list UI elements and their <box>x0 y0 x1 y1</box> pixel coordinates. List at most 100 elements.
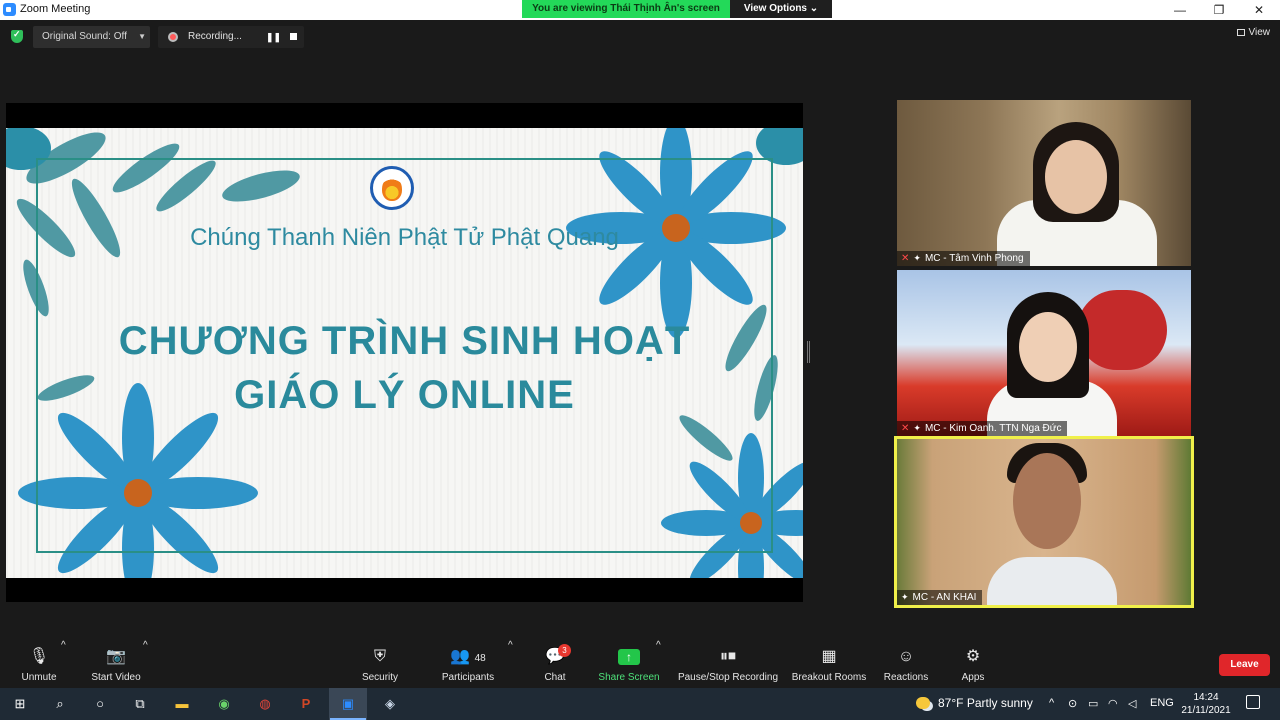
tray-app-icon[interactable]: ⊙ <box>1068 697 1077 710</box>
video-options-chevron-icon[interactable]: ^ <box>143 640 148 688</box>
zoom-taskbar-icon[interactable]: ▣ <box>330 694 366 720</box>
participant-name: MC - Kim Oanh. TTN Nga Đức <box>924 423 1062 434</box>
presentation-slide: Chúng Thanh Niên Phật Tử Phật Quang CHƯƠ… <box>6 128 803 578</box>
split-view-resize-handle[interactable] <box>807 341 810 363</box>
organization-logo <box>370 166 414 210</box>
recording-indicator: Recording... ❚❚ <box>158 26 304 48</box>
file-explorer-icon[interactable]: ▬ <box>172 694 192 714</box>
stop-recording-icon[interactable] <box>290 33 297 40</box>
participant-face <box>1045 140 1107 214</box>
muted-mic-icon: ✕ <box>901 423 910 434</box>
reactions-button[interactable]: ☺ Reactions <box>880 640 932 688</box>
muted-microphone-icon: 🎙 <box>28 648 50 665</box>
wifi-icon[interactable]: ◠ <box>1108 697 1118 710</box>
zoom-app-icon <box>3 3 16 16</box>
app-icon[interactable]: ◈ <box>380 694 400 714</box>
battery-icon[interactable]: ▭ <box>1088 697 1098 710</box>
chat-button[interactable]: 💬 3 Chat <box>534 640 576 688</box>
windows-taskbar: ⊞ ⌕ ○ ⧉ ▬ ◉ ◍ P ▣ ◈ 87°F Partly sunny ^ … <box>0 688 1280 720</box>
pause-stop-recording-button[interactable]: ⏸⏹ Pause/Stop Recording <box>675 640 781 688</box>
partly-sunny-icon <box>916 697 930 709</box>
share-screen-icon: ↑ <box>598 646 660 668</box>
view-label: View <box>1248 27 1271 38</box>
weather-desc: Partly sunny <box>966 696 1033 710</box>
pin-icon: ✦ <box>901 592 909 602</box>
show-hidden-icons-icon[interactable]: ^ <box>1049 697 1054 709</box>
zoom-window: Zoom Meeting You are viewing Thái Thịnh … <box>0 0 1280 720</box>
participant-name: MC - AN KHAI <box>912 592 977 603</box>
participants-icon: 👥 48 <box>450 648 486 665</box>
grid-icon <box>1236 29 1245 36</box>
title-bar: Zoom Meeting You are viewing Thái Thịnh … <box>0 0 1280 20</box>
muted-mic-icon: ✕ <box>901 253 910 264</box>
view-options-button[interactable]: View Options ⌄ <box>730 0 832 18</box>
participants-label: Participants <box>441 672 495 683</box>
shield-icon: ⛨ <box>373 648 386 665</box>
pause-recording-icon[interactable]: ❚❚ <box>266 32 281 43</box>
slide-subtitle: Chúng Thanh Niên Phật Tử Phật Quang <box>190 224 619 251</box>
breakout-rooms-label: Breakout Rooms <box>791 672 867 683</box>
pause-stop-icon: ⏸⏹ <box>719 648 736 665</box>
system-clock[interactable]: 14:24 21/11/2021 <box>1174 691 1238 717</box>
search-icon[interactable]: ⌕ <box>50 694 70 714</box>
share-options-chevron-icon[interactable]: ^ <box>656 640 661 688</box>
shared-screen: Chúng Thanh Niên Phật Tử Phật Quang CHƯƠ… <box>6 103 803 602</box>
chevron-down-icon[interactable]: ▼ <box>138 32 146 41</box>
minimize-button[interactable]: — <box>1160 0 1200 20</box>
chat-unread-badge: 3 <box>558 644 571 657</box>
chrome-icon[interactable]: ◍ <box>255 694 275 714</box>
participant-face <box>1019 312 1077 382</box>
security-shield-icon[interactable] <box>11 29 23 43</box>
recording-label: Recording... <box>188 31 242 42</box>
leave-button[interactable]: Leave <box>1219 654 1270 676</box>
slide-title-line-2: GIÁO LÝ ONLINE <box>234 373 575 417</box>
pin-icon: ✦ <box>913 423 921 433</box>
breakout-rooms-button[interactable]: ▦ Breakout Rooms <box>790 640 868 688</box>
security-label: Security <box>361 672 399 683</box>
share-screen-label: Share Screen <box>598 672 660 683</box>
weather-widget[interactable]: 87°F Partly sunny <box>916 696 1033 710</box>
audio-options-chevron-icon[interactable]: ^ <box>61 640 66 688</box>
participant-name: MC - Tâm Vinh Phong <box>924 253 1024 264</box>
participant-name-tag: ✕ ✦ MC - Kim Oanh. TTN Nga Đức <box>897 421 1068 436</box>
participants-count: 48 <box>474 653 486 664</box>
participants-chevron-icon[interactable]: ^ <box>508 640 513 688</box>
task-view-icon[interactable]: ⧉ <box>130 694 150 714</box>
original-sound-toggle[interactable]: Original Sound: Off ▼ <box>33 26 150 48</box>
participant-video-tile[interactable]: ✕ ✦ MC - Tâm Vinh Phong <box>897 100 1191 266</box>
windows-start-icon[interactable]: ⊞ <box>10 694 30 714</box>
slide-title-line-1: CHƯƠNG TRÌNH SINH HOẠT <box>118 319 691 363</box>
recording-dot-icon <box>168 32 178 42</box>
pin-icon: ✦ <box>913 253 921 263</box>
participant-name-tag: ✦ MC - AN KHAI <box>897 590 983 605</box>
close-button[interactable]: ✕ <box>1239 0 1279 20</box>
cortana-icon[interactable]: ○ <box>90 694 110 714</box>
unmute-button[interactable]: 🎙 Unmute <box>14 640 64 688</box>
share-screen-button[interactable]: ↑ Share Screen <box>598 640 660 688</box>
heart-tree-background <box>1077 290 1167 370</box>
meeting-toolbar: 🎙 Unmute ^ 📷 Start Video ^ ⛨ Security 👥 … <box>0 640 1280 688</box>
participant-body <box>987 557 1117 605</box>
participant-name-tag: ✕ ✦ MC - Tâm Vinh Phong <box>897 251 1030 266</box>
participant-video-tile[interactable]: ✕ ✦ MC - Kim Oanh. TTN Nga Đức <box>897 270 1191 436</box>
apps-button[interactable]: ⚙ Apps <box>950 640 996 688</box>
start-video-button[interactable]: 📷 Start Video <box>88 640 144 688</box>
participants-button[interactable]: 👥 48 Participants <box>437 640 499 688</box>
start-video-label: Start Video <box>91 672 141 683</box>
maximize-button[interactable]: ❐ <box>1199 0 1239 20</box>
view-layout-button[interactable]: View <box>1236 27 1271 38</box>
chat-label: Chat <box>544 672 566 683</box>
viewing-screen-banner: You are viewing Thái Thịnh Ân's screen <box>522 0 730 18</box>
app-icon[interactable]: ◉ <box>214 694 234 714</box>
language-indicator[interactable]: ENG <box>1150 697 1174 709</box>
participant-video-tile-active[interactable]: ✦ MC - AN KHAI <box>894 436 1194 608</box>
apps-label: Apps <box>961 672 985 683</box>
participant-face <box>1013 453 1081 549</box>
notification-center-icon[interactable] <box>1246 695 1260 709</box>
apps-icon: ⚙ <box>965 648 981 665</box>
powerpoint-icon[interactable]: P <box>296 694 316 714</box>
window-title: Zoom Meeting <box>20 3 91 15</box>
security-button[interactable]: ⛨ Security <box>355 640 405 688</box>
volume-icon[interactable]: ◁ <box>1128 697 1136 710</box>
unmute-label: Unmute <box>21 672 57 683</box>
